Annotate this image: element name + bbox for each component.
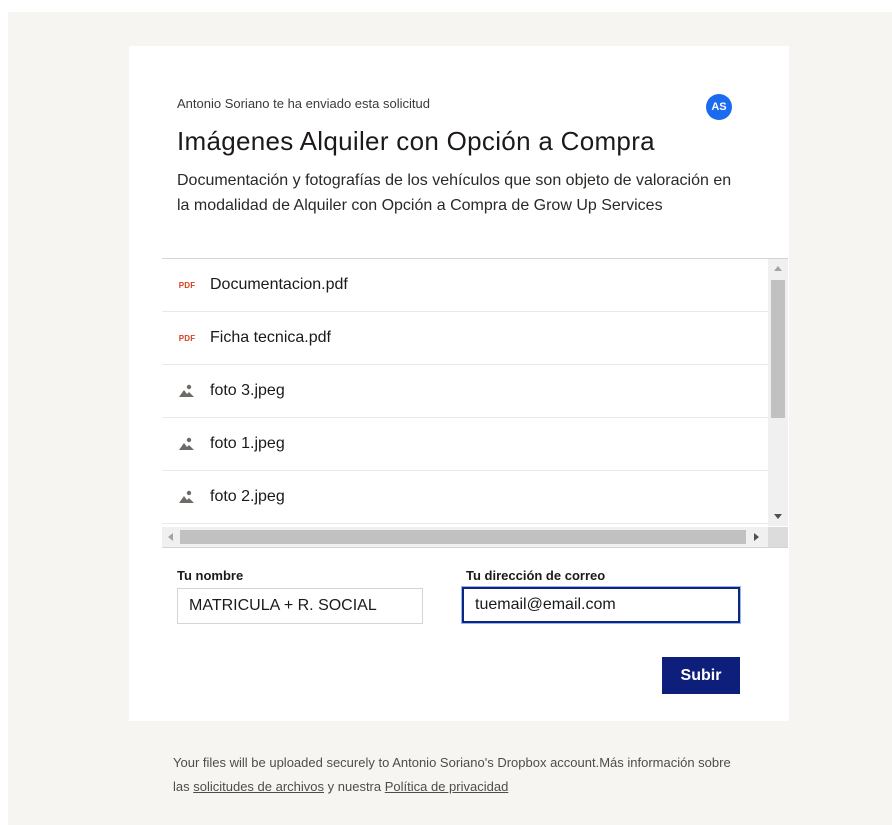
privacy-policy-link[interactable]: Política de privacidad [385, 779, 509, 794]
file-name: foto 1.jpeg [210, 435, 285, 452]
horizontal-scroll-thumb[interactable] [180, 530, 746, 544]
footer-notice: Your files will be uploaded securely to … [173, 751, 733, 799]
request-description: Documentación y fotografías de los vehíc… [177, 172, 732, 214]
sender-avatar: AS [706, 94, 732, 120]
request-title: Imágenes Alquiler con Opción a Compra [177, 126, 655, 156]
email-input[interactable] [462, 587, 740, 623]
file-list: PDF Documentacion.pdf PDF Ficha tecnica.… [162, 259, 768, 524]
file-row[interactable]: foto 1.jpeg [162, 418, 768, 471]
pdf-icon: PDF [178, 333, 196, 343]
file-request-card: Antonio Soriano te ha enviado esta solic… [129, 46, 789, 721]
file-row[interactable]: PDF Documentacion.pdf [162, 259, 768, 312]
image-icon [176, 490, 198, 504]
scroll-up-arrow-icon[interactable] [774, 266, 782, 271]
file-name: Documentacion.pdf [210, 276, 348, 293]
file-name: Ficha tecnica.pdf [210, 329, 331, 346]
file-name: foto 2.jpeg [210, 488, 285, 505]
footer-text-middle: y nuestra [324, 779, 385, 794]
scrollbar-corner [768, 527, 788, 547]
scroll-down-arrow-icon[interactable] [774, 514, 782, 519]
pdf-icon: PDF [178, 280, 196, 290]
file-row[interactable]: foto 2.jpeg [162, 471, 768, 524]
sender-line: Antonio Soriano te ha enviado esta solic… [177, 96, 430, 111]
name-label: Tu nombre [177, 568, 244, 583]
file-list-box[interactable]: PDF Documentacion.pdf PDF Ficha tecnica.… [162, 258, 788, 548]
file-row[interactable]: PDF Ficha tecnica.pdf [162, 312, 768, 365]
vertical-scroll-thumb[interactable] [771, 280, 785, 418]
scroll-left-arrow-icon[interactable] [168, 533, 173, 541]
image-icon [176, 437, 198, 451]
image-icon [176, 384, 198, 398]
email-label: Tu dirección de correo [466, 568, 606, 583]
file-name: foto 3.jpeg [210, 382, 285, 399]
horizontal-scrollbar[interactable] [162, 527, 788, 547]
file-row[interactable]: foto 3.jpeg [162, 365, 768, 418]
vertical-scrollbar[interactable] [768, 259, 788, 526]
file-requests-link[interactable]: solicitudes de archivos [193, 779, 324, 794]
submit-button[interactable]: Subir [662, 657, 740, 694]
scroll-right-arrow-icon[interactable] [754, 533, 759, 541]
name-input[interactable] [177, 588, 423, 624]
